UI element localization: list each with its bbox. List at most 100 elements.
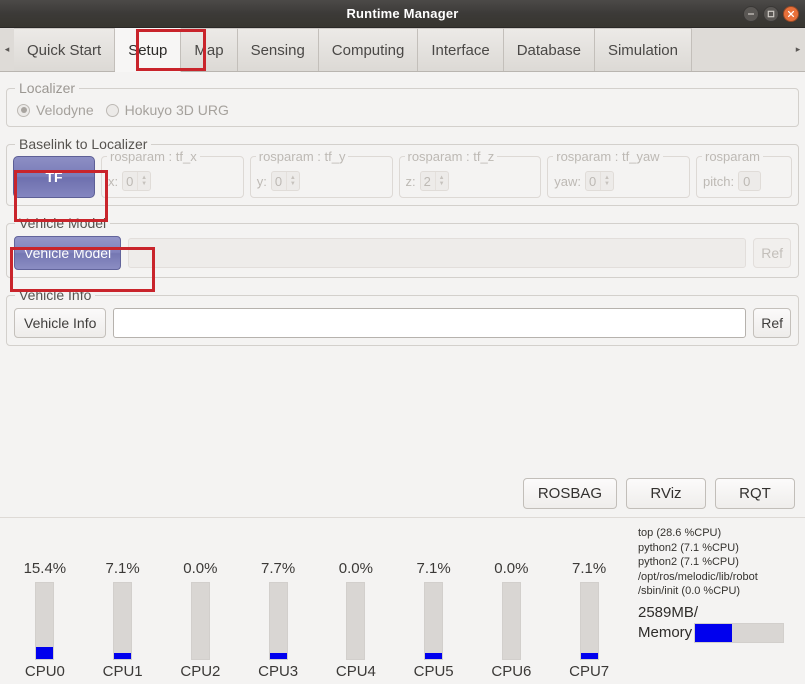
cpu-gauge-2-percent: 0.0%: [183, 560, 218, 577]
param-tf-pitch-value[interactable]: 0: [738, 171, 762, 191]
process-line-4: /sbin/init (0.0 %CPU): [638, 585, 741, 597]
cpu-gauge-4-label: CPU4: [335, 663, 376, 680]
param-tf-z-caption: rosparam : tf_z: [404, 149, 498, 164]
vehicle-info-row: Vehicle Info Ref: [13, 307, 792, 338]
localizer-options: Velodyne Hokuyo 3D URG: [13, 100, 792, 119]
param-tf-z-value[interactable]: 2: [421, 172, 435, 190]
tab-bar: ◂ Quick Start Setup Map Sensing Computin…: [0, 28, 805, 72]
cpu-gauge-4-percent: 0.0%: [338, 560, 373, 577]
tab-quick-start[interactable]: Quick Start: [14, 28, 116, 71]
vehicle-model-button[interactable]: Vehicle Model: [14, 236, 122, 270]
vehicle-model-ref-button[interactable]: Ref: [753, 238, 791, 268]
rosbag-button[interactable]: ROSBAG: [522, 478, 617, 509]
cpu-gauge-2-label: CPU2: [180, 663, 221, 680]
tab-computing[interactable]: Computing: [318, 28, 419, 71]
param-tf-x-stepper[interactable]: 0 ▲ ▼: [122, 171, 152, 191]
vehicle-model-row: Vehicle Model Ref: [13, 235, 792, 270]
cpu-gauge-7-percent: 7.1%: [572, 560, 607, 577]
window-title: Runtime Manager: [346, 6, 459, 21]
cpu-gauge-1: 7.1% CPU1: [89, 560, 157, 680]
param-tf-yaw-stepper[interactable]: 0 ▲ ▼: [584, 171, 614, 191]
vehicle-info-ref-button[interactable]: Ref: [753, 308, 791, 338]
radio-velodyne-label: Velodyne: [36, 102, 94, 118]
param-tf-yaw-label: yaw:: [554, 173, 581, 189]
rqt-button[interactable]: RQT: [715, 478, 795, 509]
param-tf-z-stepper[interactable]: 2 ▲ ▼: [419, 171, 449, 191]
process-line-0: top (28.6 %CPU): [638, 527, 722, 539]
tab-interface[interactable]: Interface: [418, 28, 504, 71]
tab-setup[interactable]: Setup: [115, 28, 182, 72]
param-tf-y: rosparam : tf_y y: 0 ▲ ▼: [249, 149, 393, 198]
radio-hokuyo-3d-urg[interactable]: Hokuyo 3D URG: [105, 102, 229, 118]
minimize-button-icon[interactable]: [743, 6, 759, 22]
cpu-gauge-1-label: CPU1: [102, 663, 143, 680]
window-controls: [743, 0, 799, 28]
cpu-gauge-7-label: CPU7: [569, 663, 610, 680]
maximize-button-icon[interactable]: [763, 6, 779, 22]
tab-map[interactable]: Map: [181, 28, 238, 71]
tf-row: TF rosparam : tf_x x: 0 ▲ ▼ rosparam : tf…: [13, 149, 792, 198]
localizer-legend: Localizer: [19, 80, 76, 96]
vehicle-info-legend: Vehicle Info: [19, 287, 92, 303]
param-tf-yaw-stepper-arrows-icon[interactable]: ▲ ▼: [599, 172, 613, 190]
tab-simulation[interactable]: Simulation: [594, 28, 692, 71]
param-tf-x-caption: rosparam : tf_x: [107, 149, 200, 164]
param-tf-pitch: rosparam pitch: 0: [696, 149, 792, 198]
cpu-gauge-7-bar: [579, 582, 599, 660]
tab-sensing[interactable]: Sensing: [237, 28, 319, 71]
cpu-gauge-0-bar: [35, 582, 55, 660]
tab-database[interactable]: Database: [503, 28, 595, 71]
memory-label: Memory: [638, 624, 693, 641]
vehicle-info-group: Vehicle Info Vehicle Info Ref: [6, 287, 799, 346]
radio-hokuyo-3d-urg-icon[interactable]: [105, 103, 119, 117]
vehicle-model-path-input[interactable]: [128, 238, 747, 268]
param-tf-y-label: y:: [256, 173, 267, 189]
param-tf-x: rosparam : tf_x x: 0 ▲ ▼: [101, 149, 244, 198]
memory-total-label: 2589MB/: [638, 603, 699, 621]
param-tf-x-stepper-arrows-icon[interactable]: ▲ ▼: [137, 172, 150, 190]
cpu-gauge-0: 15.4% CPU0: [11, 560, 79, 680]
cpu-gauge-3-bar: [268, 582, 288, 660]
system-monitor: 15.4% CPU0 7.1% CPU1 0.0% CPU2 7.7% CPU3…: [0, 517, 805, 684]
cpu-gauge-0-label: CPU0: [24, 663, 65, 680]
localizer-group: Localizer Velodyne Hokuyo 3D URG: [6, 80, 799, 127]
rviz-button[interactable]: RViz: [626, 478, 706, 509]
cpu-gauge-1-percent: 7.1%: [105, 560, 140, 577]
close-button-icon[interactable]: [783, 6, 799, 22]
cpu-gauge-6-bar: [501, 582, 521, 660]
param-tf-x-value[interactable]: 0: [123, 172, 137, 190]
param-tf-yaw-value[interactable]: 0: [586, 172, 600, 190]
memory-block: 2589MB/ Memory: [638, 603, 805, 643]
param-tf-y-stepper-arrows-icon[interactable]: ▲ ▼: [285, 172, 299, 190]
cpu-gauge-6-percent: 0.0%: [494, 560, 529, 577]
param-tf-z: rosparam : tf_z z: 2 ▲ ▼: [398, 149, 542, 198]
param-tf-y-value[interactable]: 0: [272, 172, 286, 190]
process-line-1: python2 (7.1 %CPU): [638, 541, 739, 554]
param-tf-y-stepper[interactable]: 0 ▲ ▼: [270, 171, 300, 191]
param-tf-pitch-caption: rosparam: [702, 149, 763, 164]
process-line-3: /opt/ros/melodic/lib/robot: [638, 570, 758, 583]
window-titlebar: Runtime Manager: [0, 0, 805, 28]
cpu-gauge-3-label: CPU3: [258, 663, 299, 680]
tab-scroll-right-icon[interactable]: ▸: [791, 28, 805, 71]
param-tf-z-label: z:: [405, 173, 416, 189]
param-tf-z-stepper-arrows-icon[interactable]: ▲ ▼: [434, 172, 448, 190]
cpu-gauge-0-percent: 15.4%: [23, 560, 67, 577]
cpu-gauge-5-percent: 7.1%: [416, 560, 451, 577]
vehicle-info-button[interactable]: Vehicle Info: [14, 308, 107, 338]
radio-velodyne[interactable]: Velodyne: [17, 102, 94, 118]
tf-button[interactable]: TF: [13, 156, 95, 198]
setup-panel: Localizer Velodyne Hokuyo 3D URG Baselin…: [0, 72, 805, 517]
cpu-gauge-3: 7.7% CPU3: [244, 560, 312, 680]
vehicle-info-path-input[interactable]: [113, 308, 747, 338]
process-and-memory-panel: top (28.6 %CPU) python2 (7.1 %CPU) pytho…: [634, 524, 805, 684]
cpu-gauge-2-bar: [190, 582, 210, 660]
tab-scroll-left-icon[interactable]: ◂: [0, 28, 14, 71]
cpu-gauge-2: 0.0% CPU2: [166, 560, 234, 680]
cpu-gauges: 15.4% CPU0 7.1% CPU1 0.0% CPU2 7.7% CPU3…: [0, 524, 634, 684]
param-tf-yaw: rosparam : tf_yaw yaw: 0 ▲ ▼: [547, 149, 690, 198]
cpu-gauge-6-label: CPU6: [491, 663, 532, 680]
cpu-gauge-4-bar: [346, 582, 366, 660]
radio-velodyne-icon[interactable]: [17, 103, 30, 117]
param-tf-pitch-label: pitch:: [703, 173, 735, 189]
